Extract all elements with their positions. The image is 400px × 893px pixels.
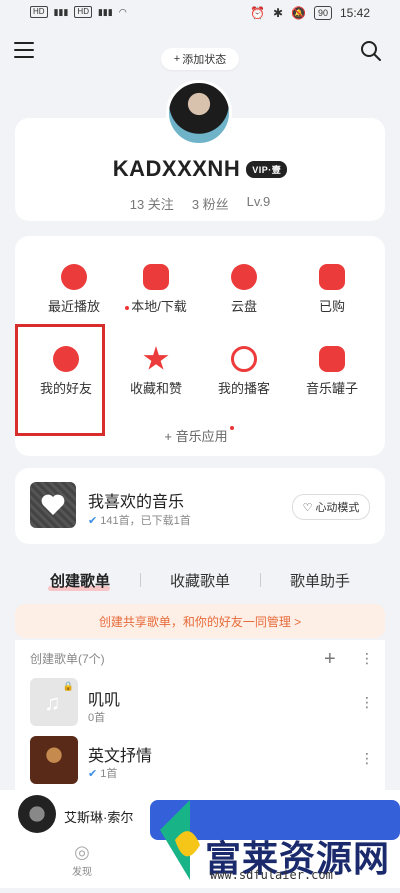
grid-label: 本地/下载 xyxy=(131,299,187,314)
shopping-bag-icon xyxy=(319,264,345,290)
heart-mode-label: 心动模式 xyxy=(315,502,360,514)
signal-icon-2: ▮▮▮ xyxy=(97,6,113,17)
album-disc[interactable] xyxy=(18,795,56,833)
menu-icon[interactable] xyxy=(14,42,34,60)
annotation-highlight-box xyxy=(15,324,105,436)
playlist-cover[interactable] xyxy=(30,736,78,784)
grid-item-purchased[interactable]: 已购 xyxy=(286,264,378,315)
lock-icon: 🔒 xyxy=(62,681,74,691)
grid-item-favorites-likes[interactable]: 收藏和赞 xyxy=(110,346,202,397)
add-playlist-icon[interactable]: + xyxy=(324,648,336,671)
liked-music-subtitle: ✔ 141首，已下载1首 xyxy=(88,512,191,528)
grid-item-recent-play[interactable]: 最近播放 xyxy=(28,264,120,315)
heart-icon xyxy=(41,494,65,515)
liked-music-title[interactable]: 我喜欢的音乐 xyxy=(88,488,184,512)
bottom-tab-discover[interactable]: ◎ 发现 xyxy=(72,842,92,878)
plus-icon: + xyxy=(173,53,181,65)
grid-label: 云盘 xyxy=(230,299,257,314)
clock: 15:42 xyxy=(339,6,370,20)
playlist-count: 1首 xyxy=(100,768,118,780)
hd-badge-2: HD xyxy=(74,6,92,18)
heart-mode-button[interactable]: ♡ 心动模式 xyxy=(292,494,370,520)
grid-label: 收藏和赞 xyxy=(129,381,182,396)
created-playlists-header: 创建歌单(7个) xyxy=(30,652,105,666)
watermark-url: www.sdfulaier.com xyxy=(210,868,333,882)
alarm-icon: ⏰ xyxy=(249,6,265,20)
plus-icon: + xyxy=(164,429,176,444)
new-dot xyxy=(229,426,234,430)
playlist-more-icon[interactable]: ⋮ xyxy=(360,694,374,711)
grid-item-my-podcast[interactable]: 我的播客 xyxy=(198,346,290,397)
playlist-cover[interactable]: ♫ 🔒 xyxy=(30,678,78,726)
local-music-icon xyxy=(143,264,169,290)
hd-badge: HD xyxy=(30,6,48,18)
playlist-more-icon[interactable]: ⋮ xyxy=(360,750,374,767)
mute-icon: 🔕 xyxy=(291,6,306,20)
vip-badge[interactable]: VIP·壹 xyxy=(246,160,288,178)
playlist-title[interactable]: 叽叽 xyxy=(88,686,120,710)
avatar[interactable] xyxy=(166,80,232,146)
verified-icon: ✔ xyxy=(88,515,101,527)
music-note-icon: ♫ xyxy=(44,690,61,715)
grid-item-cloud[interactable]: 云盘 xyxy=(198,264,290,315)
liked-music-cover[interactable] xyxy=(30,482,76,528)
tab-divider xyxy=(260,573,261,587)
battery-indicator: 90 xyxy=(313,6,332,20)
add-status-button[interactable]: + 添加状态 xyxy=(161,48,239,70)
grid-label: 我的播客 xyxy=(217,381,270,396)
playlist-title[interactable]: 英文抒情 xyxy=(88,742,152,766)
grid-label: 最近播放 xyxy=(47,299,100,314)
username[interactable]: KADXXXNH xyxy=(113,156,240,182)
level-badge[interactable]: Lv.9 xyxy=(247,194,271,213)
music-apps-link[interactable]: + 音乐应用 xyxy=(0,426,400,445)
cloud-upload-icon xyxy=(231,264,257,290)
status-left: HD ▮▮▮ HD ▮▮▮ ◠ xyxy=(30,6,127,18)
signal-icon: ▮▮▮ xyxy=(53,6,69,17)
now-playing-title[interactable]: 艾斯琳·索尔 xyxy=(64,807,133,826)
jar-icon xyxy=(319,346,345,372)
fans-count[interactable]: 3 粉丝 xyxy=(192,194,229,213)
tab-collected-playlists[interactable]: 收藏歌单 xyxy=(170,570,230,591)
grid-label: 音乐罐子 xyxy=(305,381,358,396)
tab-playlist-assistant[interactable]: 歌单助手 xyxy=(290,570,350,591)
play-icon xyxy=(61,264,87,290)
username-row: KADXXXNH VIP·壹 xyxy=(0,156,400,182)
new-dot xyxy=(125,305,130,310)
search-icon[interactable] xyxy=(360,40,382,62)
music-apps-label: 音乐应用 xyxy=(175,429,228,444)
grid-label: 已购 xyxy=(318,299,345,314)
shared-playlist-banner[interactable]: 创建共享歌单，和你的好友一同管理 > xyxy=(15,604,385,638)
add-status-label: 添加状态 xyxy=(182,54,227,66)
bottom-tab-label: 发现 xyxy=(72,867,92,878)
star-icon xyxy=(143,346,169,370)
grid-item-music-jar[interactable]: 音乐罐子 xyxy=(286,346,378,397)
grid-item-local-download[interactable]: 本地/下载 xyxy=(110,264,202,315)
wifi-icon: ◠ xyxy=(118,6,127,17)
playlist-count: 0首 xyxy=(88,712,106,724)
status-bar: HD ▮▮▮ HD ▮▮▮ ◠ ⏰ ✱ 🔕 90 15:42 xyxy=(0,0,400,28)
tab-divider xyxy=(140,573,141,587)
status-right: ⏰ ✱ 🔕 90 15:42 xyxy=(250,6,370,20)
tab-created-playlists[interactable]: 创建歌单 xyxy=(50,570,110,591)
broadcast-icon xyxy=(231,346,257,372)
playlist-count-row: ✔ 1首 xyxy=(88,765,117,781)
bluetooth-icon: ✱ xyxy=(272,6,283,20)
profile-stats: 13 关注 3 粉丝 Lv.9 xyxy=(0,194,400,213)
discover-icon: ◎ xyxy=(74,842,90,862)
liked-music-count: 141首，已下载1首 xyxy=(100,515,191,527)
more-icon[interactable]: ⋮ xyxy=(360,650,374,667)
heart-outline-icon: ♡ xyxy=(302,501,313,514)
verified-icon: ✔ xyxy=(88,768,101,780)
following-count[interactable]: 13 关注 xyxy=(130,194,174,213)
